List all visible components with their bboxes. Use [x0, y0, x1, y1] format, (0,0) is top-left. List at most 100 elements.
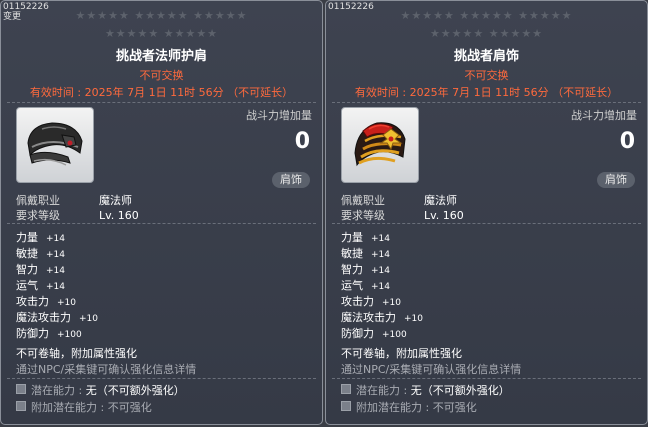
- bonus-potential-bullet-icon: [341, 401, 351, 411]
- item-title: 挑战者法师护肩: [115, 49, 207, 64]
- stat-label: 敏捷: [16, 247, 38, 260]
- power-increase-value: 0: [294, 129, 310, 154]
- divider: [332, 102, 641, 103]
- stat-row-dex: 敏捷 +14: [341, 245, 390, 261]
- level-requirement-value: Lv. 160: [424, 209, 464, 222]
- enhance-note: 不可卷轴，附加属性强化: [16, 347, 137, 360]
- stat-value: +100: [382, 330, 407, 340]
- bonus-potential-value: 不可强化: [432, 401, 477, 414]
- stat-value: +100: [57, 330, 82, 340]
- divider: [332, 378, 641, 379]
- stat-label: 力量: [341, 231, 363, 244]
- level-requirement-row: 要求等级 Lv. 160: [16, 207, 139, 223]
- item-title: 挑战者肩饰: [453, 49, 519, 64]
- stat-row-defense: 防御力 +100: [341, 325, 407, 341]
- stat-value: +10: [57, 298, 76, 308]
- power-increase-label: 战斗力增加量: [571, 109, 637, 122]
- equip-slot-badge: 肩饰: [272, 172, 310, 188]
- stat-label: 防御力: [341, 327, 374, 340]
- job-requirement-value: 魔法师: [424, 194, 457, 207]
- stat-value: +10: [79, 314, 98, 324]
- stat-label: 魔法攻击力: [341, 311, 396, 324]
- stat-value: +14: [46, 250, 65, 260]
- divider: [7, 102, 316, 103]
- divider: [332, 223, 641, 224]
- stat-label: 攻击力: [16, 295, 49, 308]
- challenger-shoulder-icon: [354, 122, 406, 167]
- level-requirement-value: Lv. 160: [99, 209, 139, 222]
- bonus-potential-bullet-icon: [16, 401, 26, 411]
- potential-label: 潜在能力 :: [356, 384, 408, 397]
- item-tooltip-card: 01152226 ★★★★★ ★★★★★ ★★★★★ ★★★★★ ★★★★★ 挑…: [325, 0, 648, 425]
- power-increase-label: 战斗力增加量: [246, 109, 312, 122]
- expiry-label: 有效时间 : 2025年 7月 1日 11时 56分 （不可延长）: [29, 86, 294, 99]
- stat-row-str: 力量 +14: [16, 229, 65, 245]
- item-icon-frame: [16, 107, 94, 183]
- stat-row-int: 智力 +14: [16, 261, 65, 277]
- stat-value: +14: [371, 282, 390, 292]
- stat-value: +14: [371, 266, 390, 276]
- job-requirement-row: 佩戴职业 魔法师: [16, 192, 132, 208]
- starforce-stars-row2: ★★★★★ ★★★★★: [429, 27, 544, 40]
- expiry-label: 有效时间 : 2025年 7月 1日 11时 56分 （不可延长）: [354, 86, 619, 99]
- job-requirement-label: 佩戴职业: [16, 194, 60, 207]
- stat-value: +14: [46, 234, 65, 244]
- bonus-potential-label: 附加潜在能力 :: [31, 401, 105, 414]
- stat-row-dex: 敏捷 +14: [16, 245, 65, 261]
- stat-label: 智力: [16, 263, 38, 276]
- level-requirement-row: 要求等级 Lv. 160: [341, 207, 464, 223]
- level-requirement-label: 要求等级: [341, 209, 385, 222]
- starforce-stars-row1: ★★★★★ ★★★★★ ★★★★★: [75, 9, 248, 22]
- bonus-potential-row: 附加潜在能力 : 不可强化: [16, 399, 152, 415]
- stat-row-attack: 攻击力 +10: [16, 293, 76, 309]
- stat-label: 智力: [341, 263, 363, 276]
- stat-label: 攻击力: [341, 295, 374, 308]
- potential-value: 无（不可额外强化）: [85, 384, 185, 397]
- stat-value: +10: [404, 314, 423, 324]
- divider: [7, 223, 316, 224]
- potential-bullet-icon: [341, 384, 351, 394]
- untradable-label: 不可交换: [464, 69, 509, 82]
- wizard-shoulder-icon: [27, 122, 83, 166]
- potential-row: 潜在能力 : 无（不可额外强化）: [16, 382, 185, 398]
- item-tooltip-card: 01152226 变更 ★★★★★ ★★★★★ ★★★★★ ★★★★★ ★★★★…: [0, 0, 323, 425]
- bonus-potential-value: 不可强化: [107, 401, 152, 414]
- equip-slot-badge: 肩饰: [597, 172, 635, 188]
- stat-row-attack: 攻击力 +10: [341, 293, 401, 309]
- stat-value: +14: [371, 234, 390, 244]
- bonus-potential-label: 附加潜在能力 :: [356, 401, 430, 414]
- stat-row-luk: 运气 +14: [341, 277, 390, 293]
- untradable-label: 不可交换: [139, 69, 184, 82]
- stat-label: 敏捷: [341, 247, 363, 260]
- stat-label: 运气: [16, 279, 38, 292]
- starforce-stars-row1: ★★★★★ ★★★★★ ★★★★★: [400, 9, 573, 22]
- stat-label: 魔法攻击力: [16, 311, 71, 324]
- potential-label: 潜在能力 :: [31, 384, 83, 397]
- potential-value: 无（不可额外强化）: [410, 384, 510, 397]
- stat-value: +10: [382, 298, 401, 308]
- bonus-potential-row: 附加潜在能力 : 不可强化: [341, 399, 477, 415]
- enhance-note: 不可卷轴，附加属性强化: [341, 347, 462, 360]
- enhance-hint: 通过NPC/采集键可确认强化信息详情: [341, 363, 522, 376]
- stat-value: +14: [46, 266, 65, 276]
- stat-row-defense: 防御力 +100: [16, 325, 82, 341]
- potential-bullet-icon: [16, 384, 26, 394]
- stat-row-int: 智力 +14: [341, 261, 390, 277]
- stat-row-str: 力量 +14: [341, 229, 390, 245]
- stat-label: 运气: [341, 279, 363, 292]
- job-requirement-value: 魔法师: [99, 194, 132, 207]
- divider: [7, 378, 316, 379]
- stat-row-luk: 运气 +14: [16, 277, 65, 293]
- item-icon-frame: [341, 107, 419, 183]
- stat-value: +14: [46, 282, 65, 292]
- power-increase-value: 0: [619, 129, 635, 154]
- starforce-stars-row2: ★★★★★ ★★★★★: [104, 27, 219, 40]
- job-requirement-row: 佩戴职业 魔法师: [341, 192, 457, 208]
- stat-label: 防御力: [16, 327, 49, 340]
- stat-value: +14: [371, 250, 390, 260]
- stat-row-magic-attack: 魔法攻击力 +10: [16, 309, 98, 325]
- stat-label: 力量: [16, 231, 38, 244]
- potential-row: 潜在能力 : 无（不可额外强化）: [341, 382, 510, 398]
- job-requirement-label: 佩戴职业: [341, 194, 385, 207]
- enhance-hint: 通过NPC/采集键可确认强化信息详情: [16, 363, 197, 376]
